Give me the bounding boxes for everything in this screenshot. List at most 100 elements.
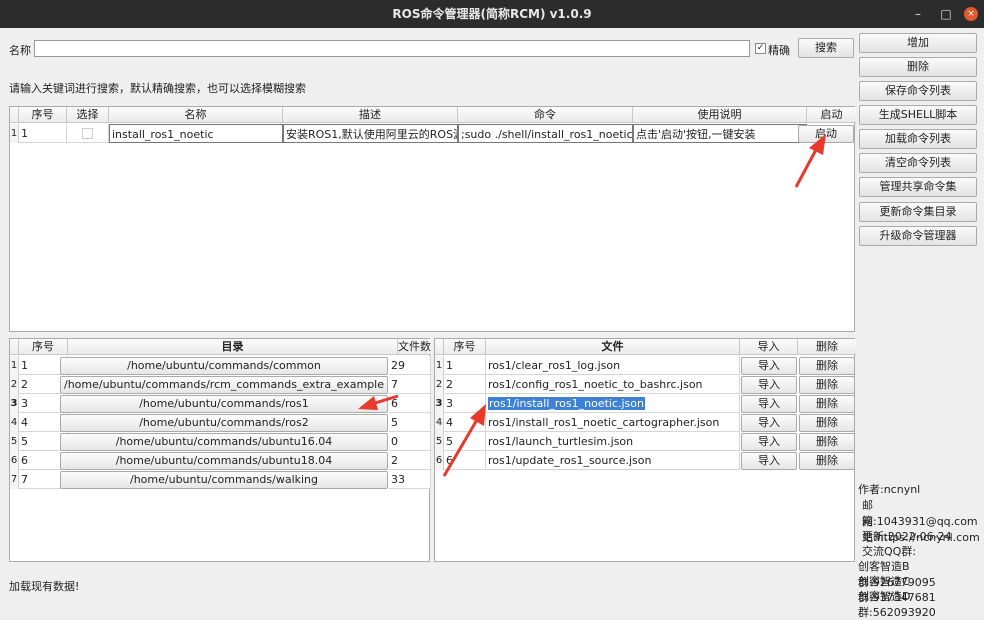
col-header-delete[interactable]: 删除 (798, 339, 856, 355)
delete-file-button[interactable]: 删除 (799, 357, 855, 375)
delete-file-button[interactable]: 删除 (799, 414, 855, 432)
row-header: 1 (10, 356, 19, 375)
file-table: 序号 文件 导入 删除 1 1 ros1/clear_ros1_log.json… (434, 338, 856, 562)
col-header-import[interactable]: 导入 (740, 339, 798, 355)
delete-file-button[interactable]: 删除 (799, 376, 855, 394)
cell-desc[interactable]: 安装ROS1,默认使用阿里云的ROS源 (283, 124, 458, 143)
row-header: 6 (10, 451, 19, 470)
col-header-usage[interactable]: 使用说明 (633, 107, 807, 123)
row-header: 5 (435, 432, 444, 451)
update-date-text: 更新:2022-06-24 (862, 530, 952, 543)
directory-button[interactable]: /home/ubuntu/commands/ubuntu16.04 (60, 433, 388, 451)
delete-button[interactable]: 删除 (859, 57, 977, 77)
row-header: 1 (435, 356, 444, 375)
cell-file-selected[interactable]: ros1/install_ros1_noetic.json (486, 394, 740, 413)
selected-file-text: ros1/install_ros1_noetic.json (488, 397, 645, 410)
author-text: 作者:ncnynl (858, 483, 921, 496)
cell-file-count[interactable]: 2 (389, 451, 431, 470)
col-header-index[interactable]: 序号 (19, 107, 67, 123)
manage-shared-button[interactable]: 管理共享命令集 (859, 177, 977, 197)
col-header-index[interactable]: 序号 (19, 339, 68, 355)
directory-button[interactable]: /home/ubuntu/commands/common (60, 357, 388, 375)
row-header: 6 (435, 451, 444, 470)
row-header: 4 (435, 413, 444, 432)
cell-select[interactable] (67, 124, 109, 143)
corner-header (435, 339, 444, 355)
qq-group-label: 交流QQ群: (862, 545, 917, 558)
launch-button[interactable]: 启动 (798, 125, 854, 143)
directory-button[interactable]: /home/ubuntu/commands/ubuntu18.04 (60, 452, 388, 470)
cell-file[interactable]: ros1/clear_ros1_log.json (486, 356, 740, 375)
window-title: ROS命令管理器(简称RCM) v1.0.9 (392, 7, 592, 21)
cell-file-count[interactable]: 7 (389, 375, 431, 394)
minimize-icon[interactable]: – (908, 0, 928, 28)
select-checkbox[interactable] (82, 128, 93, 139)
cell-index[interactable]: 1 (19, 124, 67, 143)
generate-shell-button[interactable]: 生成SHELL脚本 (859, 105, 977, 125)
col-header-command[interactable]: 命令 (458, 107, 633, 123)
directory-table: 序号 目录 文件数 1 1 /home/ubuntu/commands/comm… (9, 338, 431, 562)
col-header-directory[interactable]: 目录 (68, 339, 398, 355)
cell-file[interactable]: ros1/install_ros1_noetic_cartographer.js… (486, 413, 740, 432)
cell-index[interactable]: 2 (444, 375, 486, 394)
delete-file-button[interactable]: 删除 (799, 452, 855, 470)
row-header: 4 (10, 413, 19, 432)
col-header-file-count[interactable]: 文件数 (398, 339, 431, 355)
delete-file-button[interactable]: 删除 (799, 433, 855, 451)
cell-index[interactable]: 1 (444, 356, 486, 375)
save-commands-button[interactable]: 保存命令列表 (859, 81, 977, 101)
clear-commands-button[interactable]: 清空命令列表 (859, 153, 977, 173)
load-commands-button[interactable]: 加载命令列表 (859, 129, 977, 149)
col-header-name[interactable]: 名称 (109, 107, 283, 123)
col-header-select[interactable]: 选择 (67, 107, 109, 123)
import-button[interactable]: 导入 (741, 395, 797, 413)
cell-index[interactable]: 4 (444, 413, 486, 432)
cell-file[interactable]: ros1/update_ros1_source.json (486, 451, 740, 470)
cell-file[interactable]: ros1/config_ros1_noetic_to_bashrc.json (486, 375, 740, 394)
cell-index[interactable]: 3 (444, 394, 486, 413)
status-text: 加载现有数据! (9, 580, 80, 593)
col-header-index[interactable]: 序号 (444, 339, 486, 355)
upgrade-manager-button[interactable]: 升级命令管理器 (859, 226, 977, 246)
maximize-icon[interactable]: □ (936, 0, 956, 28)
cell-index[interactable]: 6 (444, 451, 486, 470)
import-button[interactable]: 导入 (741, 433, 797, 451)
cell-file[interactable]: ros1/launch_turtlesim.json (486, 432, 740, 451)
import-button[interactable]: 导入 (741, 357, 797, 375)
col-header-file[interactable]: 文件 (486, 339, 740, 355)
col-header-launch[interactable]: 启动 (807, 107, 856, 123)
cell-file-count[interactable]: 33 (389, 470, 431, 489)
import-button[interactable]: 导入 (741, 414, 797, 432)
command-table: 序号 选择 名称 描述 命令 使用说明 启动 1 1 install_ros1_… (9, 106, 856, 332)
row-header: 2 (10, 375, 19, 394)
cell-file-count[interactable]: 29 (389, 356, 431, 375)
search-label: 名称 (9, 44, 31, 57)
directory-button[interactable]: /home/ubuntu/commands/ros2 (60, 414, 388, 432)
directory-button[interactable]: /home/ubuntu/commands/walking (60, 471, 388, 489)
directory-button[interactable]: /home/ubuntu/commands/ros1 (60, 395, 388, 413)
import-button[interactable]: 导入 (741, 452, 797, 470)
import-button[interactable]: 导入 (741, 376, 797, 394)
directory-button[interactable]: /home/ubuntu/commands/rcm_commands_extra… (60, 376, 388, 394)
cell-name[interactable]: install_ros1_noetic (109, 124, 283, 143)
precise-checkbox[interactable]: ✓ (755, 43, 766, 54)
search-button[interactable]: 搜索 (798, 38, 854, 58)
cell-command[interactable]: ;sudo ./shell/install_ros1_noetic.sh (458, 124, 633, 143)
cell-index[interactable]: 5 (444, 432, 486, 451)
row-header: 3 (435, 394, 444, 413)
corner-header (10, 107, 19, 123)
qq-group-d: 创客智造D群:562093920 (858, 590, 936, 619)
cell-file-count[interactable]: 0 (389, 432, 431, 451)
corner-header (10, 339, 19, 355)
cell-usage[interactable]: 点击'启动'按钮,一键安装 (633, 124, 807, 143)
close-icon[interactable]: × (964, 7, 978, 21)
cell-file-count[interactable]: 5 (389, 413, 431, 432)
update-directory-button[interactable]: 更新命令集目录 (859, 202, 977, 222)
delete-file-button[interactable]: 删除 (799, 395, 855, 413)
search-input[interactable] (34, 40, 750, 57)
title-bar: ROS命令管理器(简称RCM) v1.0.9 (0, 0, 984, 28)
add-button[interactable]: 增加 (859, 33, 977, 53)
col-header-desc[interactable]: 描述 (283, 107, 458, 123)
cell-file-count[interactable]: 6 (389, 394, 431, 413)
row-header: 3 (10, 394, 19, 413)
